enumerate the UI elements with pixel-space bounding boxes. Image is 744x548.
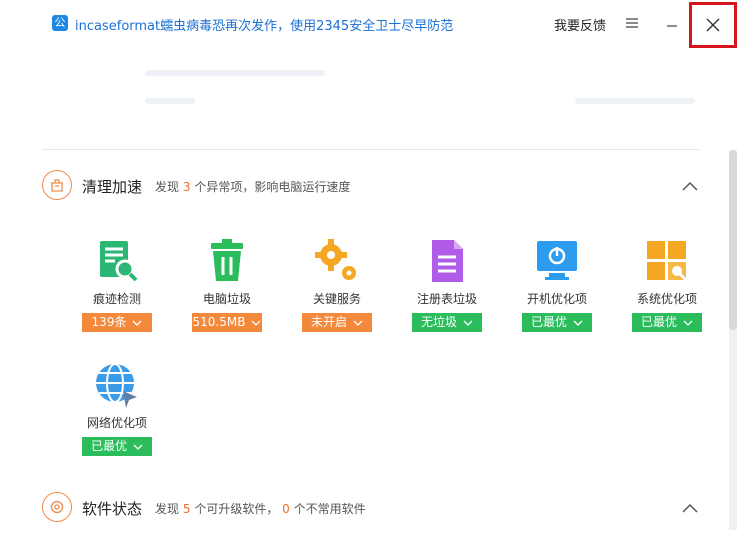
- item-startup-optimize[interactable]: 开机优化项 已最优: [521, 237, 593, 332]
- status-badge[interactable]: 无垃圾: [412, 313, 482, 332]
- status-badge[interactable]: 已最优: [82, 437, 152, 456]
- item-label: 注册表垃圾: [416, 292, 477, 306]
- item-label: 痕迹检测: [92, 292, 141, 306]
- gears-icon: [313, 237, 361, 285]
- chevron-down-icon: [353, 320, 363, 326]
- item-label: 系统优化项: [636, 292, 697, 306]
- menu-button[interactable]: [617, 8, 647, 38]
- scrollbar-thumb[interactable]: [729, 150, 737, 330]
- software-section-title: 软件状态: [82, 500, 143, 518]
- status-badge[interactable]: 已最优: [522, 313, 592, 332]
- cleanup-section-title: 清理加速: [82, 178, 143, 196]
- item-label: 电脑垃圾: [202, 292, 251, 306]
- close-icon: [706, 18, 720, 32]
- collapse-chevron-icon[interactable]: [681, 180, 699, 192]
- hamburger-icon: [626, 18, 638, 28]
- close-button[interactable]: [689, 2, 737, 48]
- promo-title-link[interactable]: incaseformat蠕虫病毒恐再次发作，使用2345安全卫士尽早防范: [75, 15, 453, 34]
- trace-scan-icon: [93, 237, 141, 285]
- item-junk-files[interactable]: 电脑垃圾 510.5MB: [191, 237, 263, 332]
- registry-doc-icon: [423, 237, 471, 285]
- item-key-services[interactable]: 关键服务 未开启: [301, 237, 373, 332]
- trash-bin-icon: [203, 237, 251, 285]
- chevron-down-icon: [252, 320, 261, 326]
- cleanup-section-summary: 发现 3 个异常项，影响电脑运行速度: [155, 180, 351, 194]
- item-label: 开机优化项: [526, 292, 587, 306]
- item-network-optimize[interactable]: 网络优化项 已最优: [81, 361, 153, 456]
- minimize-icon: [667, 25, 677, 27]
- item-system-optimize[interactable]: 系统优化项 已最优: [631, 237, 703, 332]
- item-trace-scan[interactable]: 痕迹检测 139条: [81, 237, 153, 332]
- item-label: 关键服务: [312, 292, 361, 306]
- item-label: 网络优化项: [86, 416, 147, 430]
- chevron-down-icon: [463, 320, 473, 326]
- software-section-summary: 发现 5 个可升级软件， 0 个不常用软件: [155, 502, 366, 516]
- chevron-down-icon: [132, 320, 142, 326]
- minimize-button[interactable]: [657, 8, 687, 38]
- faded-content: [145, 98, 195, 104]
- chevron-down-icon: [683, 320, 693, 326]
- section-divider: [42, 149, 700, 150]
- app-logo-icon: 公: [52, 15, 68, 31]
- network-globe-icon: [93, 361, 141, 409]
- chevron-down-icon: [133, 444, 143, 450]
- cleanup-section-icon: [42, 170, 72, 200]
- status-badge[interactable]: 510.5MB: [192, 313, 262, 332]
- chevron-down-icon: [573, 320, 583, 326]
- item-registry-junk[interactable]: 注册表垃圾 无垃圾: [411, 237, 483, 332]
- power-monitor-icon: [533, 237, 581, 285]
- faded-content: [145, 70, 325, 76]
- faded-content: [575, 98, 695, 104]
- status-badge[interactable]: 未开启: [302, 313, 372, 332]
- windows-tools-icon: [643, 237, 691, 285]
- collapse-chevron-icon[interactable]: [681, 502, 699, 514]
- title-bar: 公 incaseformat蠕虫病毒恐再次发作，使用2345安全卫士尽早防范 我…: [0, 0, 744, 48]
- feedback-button[interactable]: 我要反馈: [554, 15, 606, 34]
- software-section-icon: [42, 492, 72, 522]
- status-badge[interactable]: 139条: [82, 313, 152, 332]
- status-badge[interactable]: 已最优: [632, 313, 702, 332]
